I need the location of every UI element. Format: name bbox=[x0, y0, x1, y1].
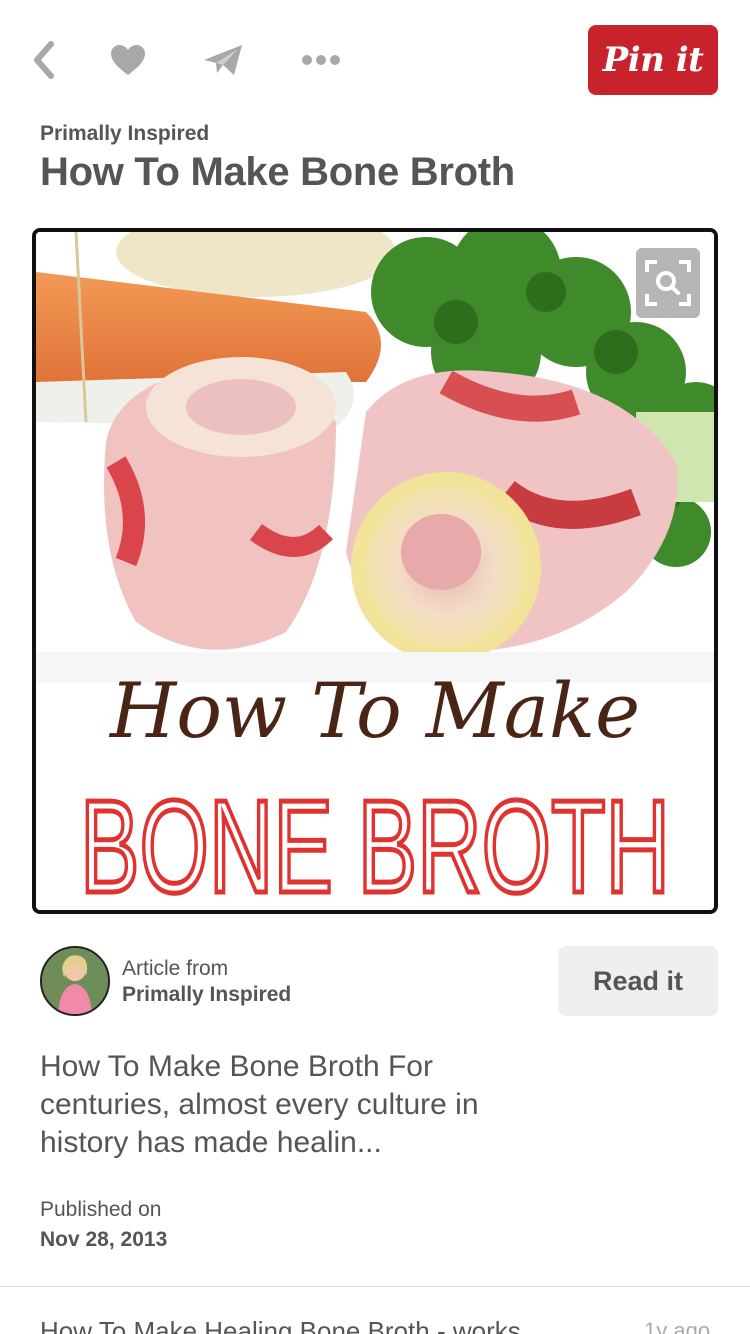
pin-title: How To Make Bone Broth bbox=[40, 150, 515, 194]
image-overlay-script: How To Make bbox=[108, 666, 640, 755]
article-source-name[interactable]: Primally Inspired bbox=[122, 983, 291, 1007]
avatar[interactable] bbox=[40, 946, 110, 1016]
comment-text[interactable]: How To Make Healing Bone Broth - works bbox=[40, 1316, 521, 1334]
bone-broth-photo: How To Make BONE BROTH bbox=[36, 232, 714, 910]
published-label: Published on bbox=[40, 1198, 162, 1221]
read-it-button[interactable]: Read it bbox=[558, 946, 718, 1016]
comment-timestamp: 1y ago bbox=[644, 1318, 711, 1334]
ellipsis-icon[interactable] bbox=[301, 40, 341, 80]
visual-search-icon[interactable] bbox=[636, 248, 700, 318]
article-from-label: Article from bbox=[122, 957, 229, 980]
pin-source[interactable]: Primally Inspired bbox=[40, 122, 209, 146]
divider bbox=[0, 1286, 750, 1287]
pin-description: How To Make Bone Broth For centuries, al… bbox=[40, 1050, 479, 1159]
pin-image[interactable]: How To Make BONE BROTH bbox=[32, 228, 718, 914]
top-toolbar: Pin it bbox=[0, 0, 750, 118]
heart-icon[interactable] bbox=[108, 40, 148, 80]
chevron-left-icon[interactable] bbox=[24, 40, 64, 80]
image-overlay-heading: BONE BROTH bbox=[80, 773, 670, 910]
paper-plane-icon[interactable] bbox=[203, 40, 243, 80]
published-date: Nov 28, 2013 bbox=[40, 1228, 168, 1251]
pin-it-button[interactable]: Pin it bbox=[588, 25, 718, 95]
